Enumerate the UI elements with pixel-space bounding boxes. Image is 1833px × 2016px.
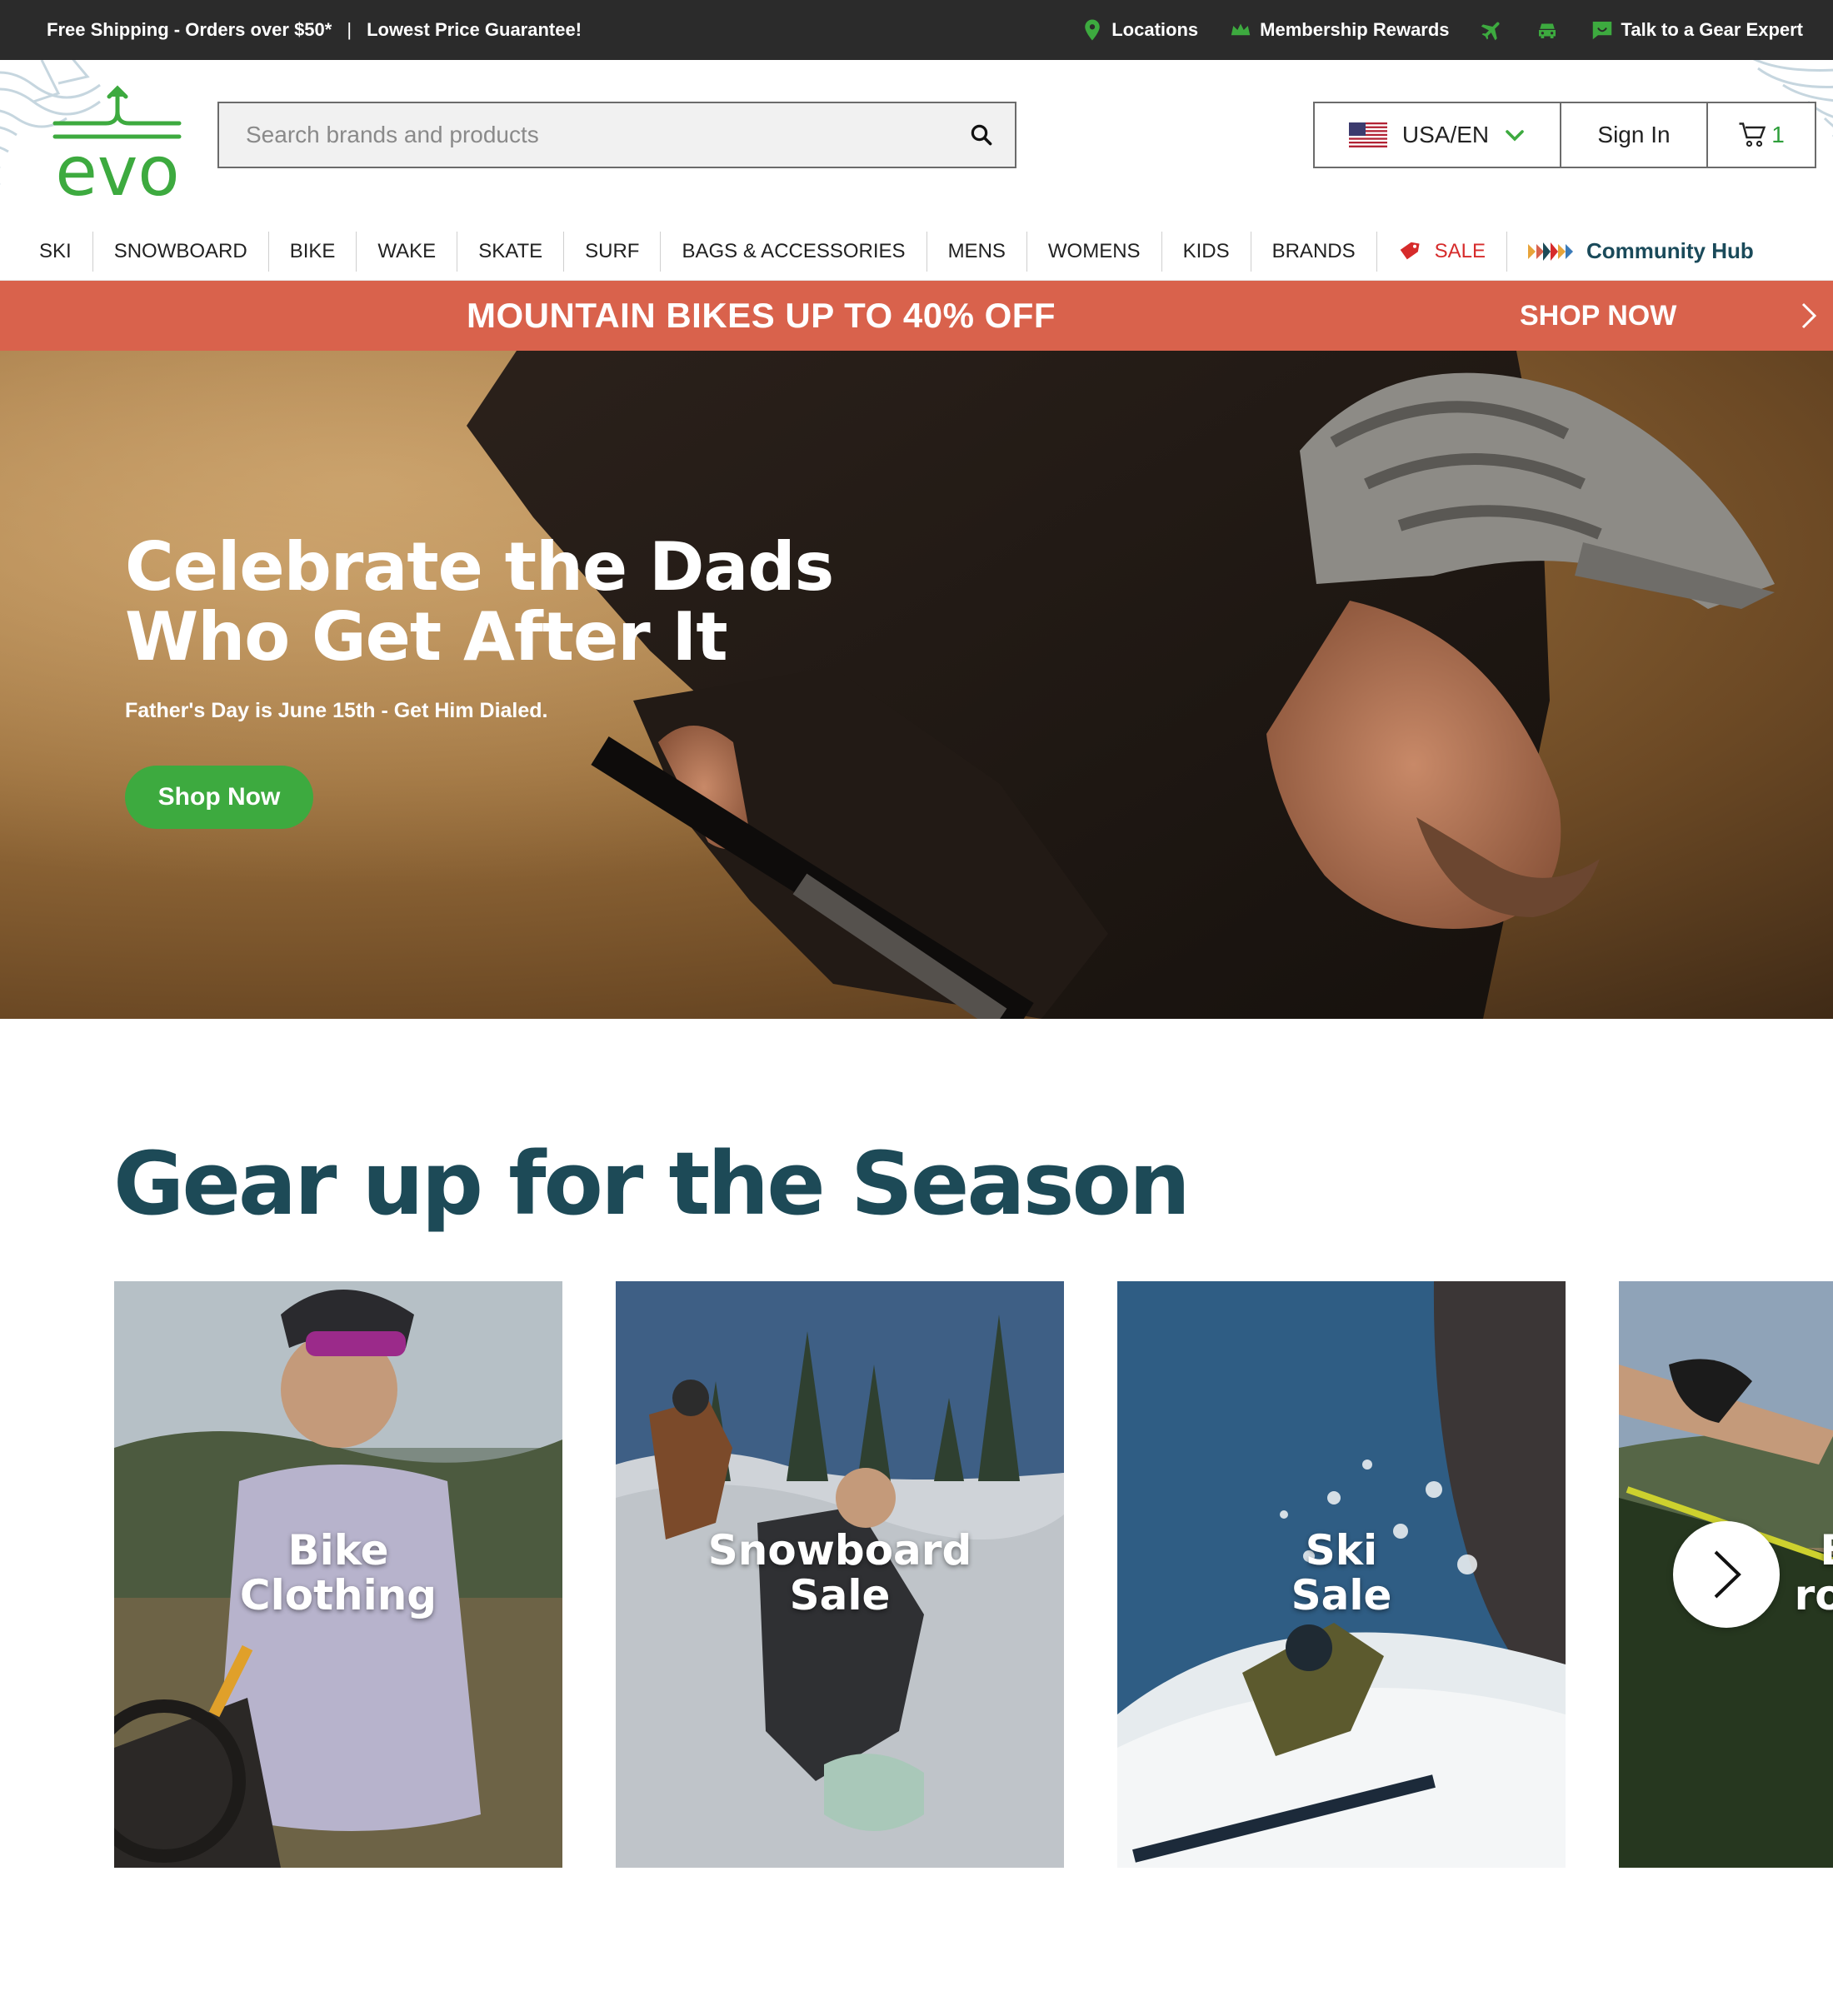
- chevron-right-icon[interactable]: [1796, 299, 1821, 332]
- cart-icon: [1739, 122, 1766, 147]
- us-flag-icon: [1348, 122, 1387, 147]
- nav-item-ski[interactable]: SKI: [18, 231, 93, 272]
- card-label: Bike Clothing: [114, 1528, 562, 1618]
- chevron-right-icon: [1714, 1550, 1741, 1599]
- membership-rewards-link[interactable]: Membership Rewards: [1228, 17, 1450, 42]
- card-label-line1: Bike: [287, 1526, 389, 1574]
- promo-text: Free Shipping - Orders over $50* | Lowes…: [47, 0, 582, 60]
- promo-banner-text: MOUNTAIN BIKES UP TO 40% OFF: [467, 296, 1056, 335]
- locations-label: Locations: [1111, 19, 1199, 40]
- search-button[interactable]: [948, 103, 1015, 167]
- region-label: USA/EN: [1401, 122, 1490, 147]
- nav-item-surf[interactable]: SURF: [564, 231, 662, 272]
- nav-item-wake[interactable]: WAKE: [357, 231, 458, 272]
- evo-logo[interactable]: evo: [47, 85, 188, 202]
- price-guarantee-text[interactable]: Lowest Price Guarantee!: [367, 19, 582, 41]
- card-label-line2: Sale: [789, 1571, 891, 1619]
- hero-rider-image: [0, 351, 1833, 1019]
- category-card-bike-clothing[interactable]: Bike Clothing: [114, 1281, 562, 1868]
- plane-icon: [1481, 22, 1499, 41]
- card-label-line2: Sale: [1291, 1571, 1392, 1619]
- hero-shop-now-button[interactable]: Shop Now: [125, 766, 313, 829]
- hero-banner[interactable]: Celebrate the Dads Who Get After It Fath…: [0, 351, 1833, 1019]
- nav-item-sale[interactable]: SALE: [1377, 231, 1507, 272]
- sign-in-button[interactable]: Sign In: [1561, 103, 1708, 167]
- nav-item-bike[interactable]: BIKE: [269, 231, 357, 272]
- cart-count: 1: [1771, 122, 1785, 147]
- nav-item-skate[interactable]: SKATE: [457, 231, 565, 272]
- location-pin-icon: [1085, 19, 1100, 41]
- nav-item-bags-accessories[interactable]: BAGS & ACCESSORIES: [661, 231, 927, 272]
- main-nav: SKI SNOWBOARD BIKE WAKE SKATE SURF BAGS …: [0, 222, 1833, 281]
- hero-title: Celebrate the Dads Who Get After It: [125, 528, 834, 676]
- svg-text:evo: evo: [55, 132, 179, 202]
- gear-expert-link[interactable]: Talk to a Gear Expert: [1590, 17, 1803, 42]
- top-utility-bar: Free Shipping - Orders over $50* | Lowes…: [0, 0, 1833, 60]
- card-label: Ski Sale: [1117, 1528, 1566, 1618]
- category-card-snowboard-sale[interactable]: Snowboard Sale: [616, 1281, 1064, 1868]
- nav-item-brands[interactable]: BRANDS: [1251, 231, 1377, 272]
- travel-link[interactable]: [1480, 17, 1505, 42]
- promo-banner[interactable]: MOUNTAIN BIKES UP TO 40% OFF SHOP NOW: [0, 281, 1833, 351]
- section-title: Gear up for the Season: [113, 1133, 1191, 1235]
- cart-button[interactable]: 1: [1708, 103, 1815, 167]
- chevron-down-icon: [1506, 130, 1524, 142]
- nav-item-kids[interactable]: KIDS: [1162, 231, 1251, 272]
- promo-shop-now-link[interactable]: SHOP NOW: [1520, 281, 1676, 351]
- card-label-line1: Snowboard: [707, 1526, 972, 1574]
- card-label: Snowboard Sale: [616, 1528, 1064, 1618]
- promo-separator: |: [347, 19, 352, 40]
- utility-links: Locations Membership Rewards Talk to a G…: [1080, 0, 1803, 60]
- site-header: evo USA/EN Sign In 1: [0, 60, 1833, 222]
- category-card-ski-sale[interactable]: Ski Sale: [1117, 1281, 1566, 1868]
- car-icon: [1538, 23, 1556, 38]
- nav-sale-label: SALE: [1434, 239, 1486, 262]
- vehicle-link[interactable]: [1535, 17, 1560, 42]
- membership-label: Membership Rewards: [1260, 19, 1450, 40]
- community-hub-label: Community Hub: [1586, 238, 1754, 263]
- chat-icon: [1592, 22, 1611, 40]
- community-hub-icon: [1528, 242, 1573, 261]
- card-label-line1: Ski: [1305, 1526, 1378, 1574]
- account-controls: USA/EN Sign In 1: [1313, 102, 1816, 168]
- free-shipping-text[interactable]: Free Shipping - Orders over $50*: [47, 19, 332, 41]
- nav-item-snowboard[interactable]: SNOWBOARD: [93, 231, 269, 272]
- price-tag-icon: [1400, 242, 1420, 259]
- carousel-next-button[interactable]: [1673, 1521, 1780, 1628]
- crown-icon: [1231, 23, 1251, 36]
- search-input[interactable]: [219, 103, 948, 167]
- nav-item-community-hub[interactable]: Community Hub: [1507, 232, 1775, 272]
- locations-link[interactable]: Locations: [1080, 17, 1198, 42]
- region-selector[interactable]: USA/EN: [1315, 103, 1561, 167]
- nav-item-mens[interactable]: MENS: [927, 231, 1027, 272]
- search-icon: [971, 124, 992, 146]
- hero-subtitle: Father's Day is June 15th - Get Him Dial…: [125, 699, 548, 722]
- gear-expert-label: Talk to a Gear Expert: [1621, 19, 1803, 40]
- category-carousel: Bike Clothing Snowboard Sale Ski Sale ro: [114, 1281, 1833, 1868]
- card-label-line2: Clothing: [239, 1571, 437, 1619]
- search-bar: [217, 102, 1016, 168]
- nav-item-womens[interactable]: WOMENS: [1027, 231, 1162, 272]
